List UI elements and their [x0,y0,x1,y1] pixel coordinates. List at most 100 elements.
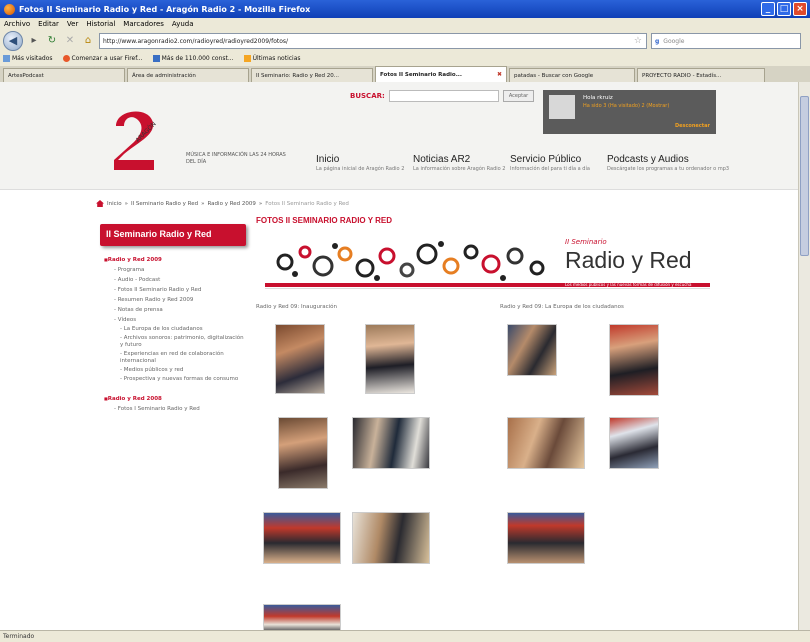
sidebar-subitem[interactable]: Medios públicos y red [104,367,244,374]
breadcrumb-link[interactable]: Inicio [107,201,122,207]
home-button-icon[interactable]: ⌂ [81,34,95,48]
menu-historial[interactable]: Historial [86,20,115,28]
tab[interactable]: PROYECTO RADIO - Estadís... [637,68,765,82]
google-icon: g [655,37,660,45]
stop-icon[interactable]: ✕ [63,34,77,48]
banner-graphic [276,241,545,281]
sidebar-item-fotos-i[interactable]: Fotos I Seminario Radio y Red [104,406,244,413]
photo-thumbnail[interactable] [352,512,430,564]
bookmark-item[interactable]: Más de 110.000 const... [152,55,234,62]
forward-icon[interactable]: ▸ [27,34,41,48]
tab[interactable]: II Seminario: Radio y Red 20... [251,68,373,82]
menu-archivo[interactable]: Archivo [4,20,30,28]
nav-inicio[interactable]: Inicio La página inicial de Aragón Radio… [316,154,413,172]
close-tab-icon[interactable]: ✖ [497,71,502,78]
scrollbar-thumb[interactable] [800,96,809,256]
site-tagline: MÚSICA E INFORMACIÓN LAS 24 HORAS DEL DÍ… [186,152,286,165]
browser-search-field[interactable]: g Google [651,33,801,49]
sidebar-subitem[interactable]: Archivos sonoros: patrimonio, digitaliza… [104,335,244,349]
menu-ver[interactable]: Ver [67,20,78,28]
bookmark-page-icon [62,55,70,62]
sidebar-subitem[interactable]: Experiencias en red de colaboración inte… [104,351,244,365]
bookmark-star-icon[interactable]: ☆ [634,36,642,46]
nav-noticias[interactable]: Noticias AR2 La información sobre Aragón… [413,154,510,172]
sidebar-item-audio-podcast[interactable]: Audio - Podcast [104,277,244,284]
page-title: FOTOS II SEMINARIO RADIO Y RED [256,216,393,225]
bookmark-page-icon [152,55,160,62]
logout-link[interactable]: Desconectar [675,123,710,129]
aragon-radio-2-logo[interactable]: ARAGÓN [108,104,168,174]
photo-thumbnail[interactable] [263,512,341,564]
vertical-scrollbar[interactable] [798,82,810,630]
page-viewport: ARAGÓN MÚSICA E INFORMACIÓN LAS 24 HORAS… [0,82,798,630]
nav-podcasts[interactable]: Podcasts y Audios Descárgate los program… [607,154,737,172]
gallery-heading-europa: Radio y Red 09: La Europa de los ciudada… [500,304,624,310]
menu-editar[interactable]: Editar [38,20,59,28]
sidebar-item-programa[interactable]: Programa [104,267,244,274]
main-nav: Inicio La página inicial de Aragón Radio… [316,154,737,172]
sidebar-title[interactable]: II Seminario Radio y Red [100,224,246,246]
site-search-input[interactable] [388,90,499,102]
home-icon[interactable] [96,200,104,207]
browser-search-placeholder: Google [663,37,685,45]
seminar-banner: II Seminario Radio y Red Los medios públ… [265,234,710,289]
reload-icon[interactable]: ↻ [45,34,59,48]
photo-thumbnail[interactable] [609,417,659,469]
photo-thumbnail[interactable] [263,604,341,630]
tab[interactable]: ArtesPodcast [3,68,125,82]
sidebar-item-radio-y-red-2009[interactable]: Radio y Red 2009 [104,256,244,264]
breadcrumb-link[interactable]: Radio y Red 2009 [207,201,255,207]
sidebar-item-videos[interactable]: Vídeos [104,317,244,324]
user-panel: Hola rkruiz Ha sido 3 (Ha visitado) 2 (M… [543,90,716,134]
photo-thumbnail[interactable] [278,417,328,489]
site-search: BUSCAR: Aceptar [350,90,535,102]
site-search-button[interactable]: Aceptar [502,90,535,102]
url-bar[interactable]: http://www.aragonradio2.com/radioyred/ra… [99,33,647,49]
menu-ayuda[interactable]: Ayuda [172,20,194,28]
minimize-button[interactable]: _ [761,2,775,16]
back-icon[interactable]: ◀ [3,31,23,51]
photo-thumbnail[interactable] [609,324,659,396]
photo-thumbnail[interactable] [365,324,415,394]
site-search-label: BUSCAR: [350,92,385,100]
photo-thumbnail[interactable] [275,324,325,394]
firefox-icon [4,3,15,15]
user-greeting: Hola rkruiz [583,95,613,101]
banner-title: Radio y Red [565,247,692,273]
tab-bar: ArtesPodcast Área de administración II S… [0,66,810,82]
menu-bar: Archivo Editar Ver Historial Marcadores … [0,18,810,30]
tab[interactable]: Área de administración [127,68,249,82]
sidebar-item-resumen[interactable]: Resumen Radio y Red 2009 [104,297,244,304]
bookmark-item[interactable]: Más visitados [3,55,53,62]
tab-active[interactable]: Fotos II Seminario Radio... ✖ [375,66,507,82]
photo-thumbnail[interactable] [507,512,585,564]
bookmark-item[interactable]: Comenzar a usar Firef... [62,55,143,62]
window-titlebar: Fotos II Seminario Radio y Red - Aragón … [0,0,810,18]
avatar [549,95,575,119]
url-text: http://www.aragonradio2.com/radioyred/ra… [103,37,289,45]
gallery-heading-inauguracion: Radio y Red 09: Inauguración [256,304,337,310]
bookmark-folder-icon [3,55,10,62]
bookmarks-toolbar: Más visitados Comenzar a usar Firef... M… [0,52,810,65]
tab[interactable]: patadas - Buscar con Google [509,68,635,82]
menu-marcadores[interactable]: Marcadores [123,20,164,28]
sidebar-subitem[interactable]: Prospectiva y nuevas formas de consumo [104,376,244,383]
photo-thumbnail[interactable] [352,417,430,469]
sidebar-item-notas-prensa[interactable]: Notas de prensa [104,307,244,314]
close-window-button[interactable]: × [793,2,807,16]
photo-thumbnail[interactable] [507,417,585,469]
sidebar-item-fotos[interactable]: Fotos II Seminario Radio y Red [104,287,244,294]
sidebar-item-radio-y-red-2008[interactable]: Radio y Red 2008 [104,395,244,403]
status-bar: Terminado [0,630,810,642]
banner-subtitle: Los medios públicos y las nuevas formas … [565,282,692,287]
sidebar-subitem[interactable]: La Europa de los ciudadanos [104,326,244,333]
bookmark-item[interactable]: Últimas noticias [243,55,301,62]
status-text: Terminado [3,633,35,640]
nav-servicio-publico[interactable]: Servicio Público Información del para ti… [510,154,607,172]
photo-thumbnail[interactable] [507,324,557,376]
breadcrumb-link[interactable]: II Seminario Radio y Red [131,201,198,207]
site-header: ARAGÓN MÚSICA E INFORMACIÓN LAS 24 HORAS… [0,82,798,190]
navigation-toolbar: ◀ ▸ ↻ ✕ ⌂ http://www.aragonradio2.com/ra… [0,30,810,52]
sidebar-menu: Radio y Red 2009 Programa Audio - Podcas… [104,252,244,413]
maximize-button[interactable]: □ [777,2,791,16]
